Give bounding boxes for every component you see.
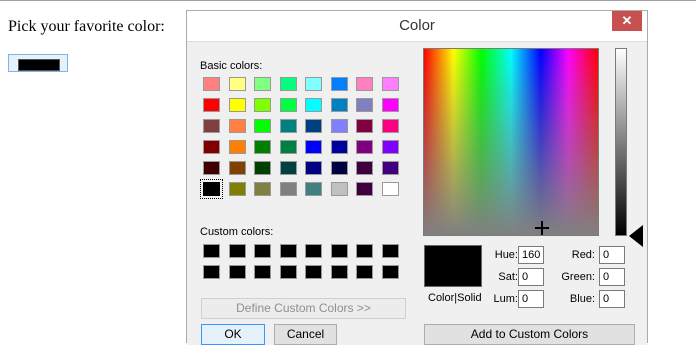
basic-color-swatch[interactable] bbox=[356, 140, 373, 154]
basic-color-swatch[interactable] bbox=[254, 119, 271, 133]
basic-color-swatch[interactable] bbox=[279, 140, 297, 154]
basic-color-swatch[interactable] bbox=[356, 77, 373, 91]
custom-color-swatch[interactable] bbox=[305, 265, 322, 279]
basic-color-swatch[interactable] bbox=[305, 161, 322, 175]
close-icon: ✕ bbox=[621, 13, 633, 28]
basic-color-swatch[interactable] bbox=[254, 140, 271, 154]
close-button[interactable]: ✕ bbox=[612, 11, 642, 31]
basic-colors-label: Basic colors: bbox=[200, 60, 263, 72]
color-dialog: Color ✕ Basic colors: Custom colors: Def… bbox=[186, 10, 648, 345]
blue-label: Blue: bbox=[569, 293, 595, 305]
top-divider bbox=[0, 0, 696, 1]
ok-button[interactable]: OK bbox=[201, 324, 265, 345]
basic-color-swatch[interactable] bbox=[381, 77, 399, 91]
dialog-body: Basic colors: Custom colors: Define Cust… bbox=[187, 41, 647, 345]
basic-color-swatch[interactable] bbox=[330, 140, 348, 154]
custom-color-swatch[interactable] bbox=[330, 265, 348, 279]
basic-color-swatch[interactable] bbox=[381, 140, 399, 154]
basic-color-swatch[interactable] bbox=[228, 77, 246, 91]
basic-color-swatch[interactable] bbox=[356, 119, 373, 133]
custom-color-swatch[interactable] bbox=[381, 244, 399, 258]
basic-color-swatch[interactable] bbox=[254, 182, 271, 196]
custom-color-swatch[interactable] bbox=[356, 265, 373, 279]
crosshair-icon bbox=[535, 221, 549, 235]
basic-color-swatch[interactable] bbox=[279, 182, 297, 196]
define-custom-colors-button[interactable]: Define Custom Colors >> bbox=[201, 298, 406, 319]
luminance-slider[interactable] bbox=[615, 48, 627, 236]
blue-field[interactable]: 0 bbox=[599, 290, 625, 308]
basic-color-swatch[interactable] bbox=[305, 182, 322, 196]
custom-color-swatch[interactable] bbox=[228, 265, 246, 279]
custom-color-swatch[interactable] bbox=[279, 244, 297, 258]
basic-color-swatch[interactable] bbox=[228, 119, 246, 133]
basic-color-swatch[interactable] bbox=[200, 179, 223, 199]
basic-color-swatch[interactable] bbox=[305, 119, 322, 133]
basic-color-swatch[interactable] bbox=[254, 77, 271, 91]
custom-color-swatch[interactable] bbox=[356, 244, 373, 258]
basic-color-swatch[interactable] bbox=[228, 98, 246, 112]
basic-color-swatch[interactable] bbox=[228, 140, 246, 154]
custom-color-swatch[interactable] bbox=[228, 244, 246, 258]
basic-color-swatch[interactable] bbox=[330, 161, 348, 175]
basic-color-swatch[interactable] bbox=[330, 119, 348, 133]
basic-color-swatch[interactable] bbox=[279, 119, 297, 133]
hue-label: Hue: bbox=[494, 249, 518, 261]
red-field[interactable]: 0 bbox=[599, 246, 625, 264]
basic-color-swatch[interactable] bbox=[254, 161, 271, 175]
basic-color-swatch[interactable] bbox=[330, 98, 348, 112]
add-to-custom-colors-button[interactable]: Add to Custom Colors bbox=[424, 324, 635, 345]
basic-color-swatch[interactable] bbox=[305, 140, 322, 154]
basic-color-swatch[interactable] bbox=[305, 77, 322, 91]
selected-color-swatch bbox=[18, 59, 60, 71]
basic-color-swatch[interactable] bbox=[203, 161, 220, 175]
basic-color-swatch[interactable] bbox=[228, 161, 246, 175]
basic-color-swatch[interactable] bbox=[381, 182, 399, 196]
red-label: Red: bbox=[571, 249, 595, 261]
custom-color-swatch[interactable] bbox=[330, 244, 348, 258]
basic-color-swatch[interactable] bbox=[279, 161, 297, 175]
sat-field[interactable]: 0 bbox=[518, 268, 544, 286]
green-label: Green: bbox=[561, 271, 595, 283]
basic-color-swatch[interactable] bbox=[203, 119, 220, 133]
page: Pick your favorite color: Color ✕ Basic … bbox=[0, 0, 696, 359]
basic-color-swatch[interactable] bbox=[203, 140, 220, 154]
custom-color-swatch[interactable] bbox=[305, 244, 322, 258]
basic-color-swatch[interactable] bbox=[330, 182, 348, 196]
cancel-button[interactable]: Cancel bbox=[274, 324, 337, 345]
custom-color-swatch[interactable] bbox=[203, 265, 220, 279]
custom-color-swatch[interactable] bbox=[203, 244, 220, 258]
lum-field[interactable]: 0 bbox=[518, 290, 544, 308]
basic-color-swatch[interactable] bbox=[330, 77, 348, 91]
basic-color-swatch[interactable] bbox=[279, 77, 297, 91]
color-preview bbox=[424, 245, 482, 287]
custom-color-swatch[interactable] bbox=[254, 244, 271, 258]
green-field[interactable]: 0 bbox=[599, 268, 625, 286]
basic-color-swatch[interactable] bbox=[228, 182, 246, 196]
basic-color-swatch[interactable] bbox=[203, 77, 220, 91]
basic-color-swatch[interactable] bbox=[305, 98, 322, 112]
luminance-arrow-icon[interactable] bbox=[629, 225, 643, 247]
dialog-title: Color bbox=[187, 11, 647, 41]
preview-label: Color|Solid bbox=[428, 292, 482, 304]
basic-color-swatch[interactable] bbox=[356, 98, 373, 112]
page-prompt: Pick your favorite color: bbox=[8, 18, 165, 35]
basic-color-swatch[interactable] bbox=[203, 98, 220, 112]
hue-field[interactable]: 160 bbox=[518, 246, 544, 264]
basic-color-swatch[interactable] bbox=[279, 98, 297, 112]
custom-color-swatch[interactable] bbox=[254, 265, 271, 279]
color-picker-button[interactable] bbox=[8, 54, 68, 72]
basic-color-swatch[interactable] bbox=[381, 119, 399, 133]
custom-color-swatch[interactable] bbox=[381, 265, 399, 279]
lum-label: Lum: bbox=[493, 293, 518, 305]
basic-color-swatch[interactable] bbox=[381, 161, 399, 175]
basic-color-swatch[interactable] bbox=[356, 182, 373, 196]
sat-label: Sat: bbox=[498, 271, 518, 283]
basic-color-swatch[interactable] bbox=[254, 98, 271, 112]
color-spectrum[interactable] bbox=[423, 48, 599, 236]
custom-color-swatch[interactable] bbox=[279, 265, 297, 279]
basic-color-swatch[interactable] bbox=[381, 98, 399, 112]
custom-colors-label: Custom colors: bbox=[200, 226, 274, 238]
basic-color-swatch[interactable] bbox=[356, 161, 373, 175]
